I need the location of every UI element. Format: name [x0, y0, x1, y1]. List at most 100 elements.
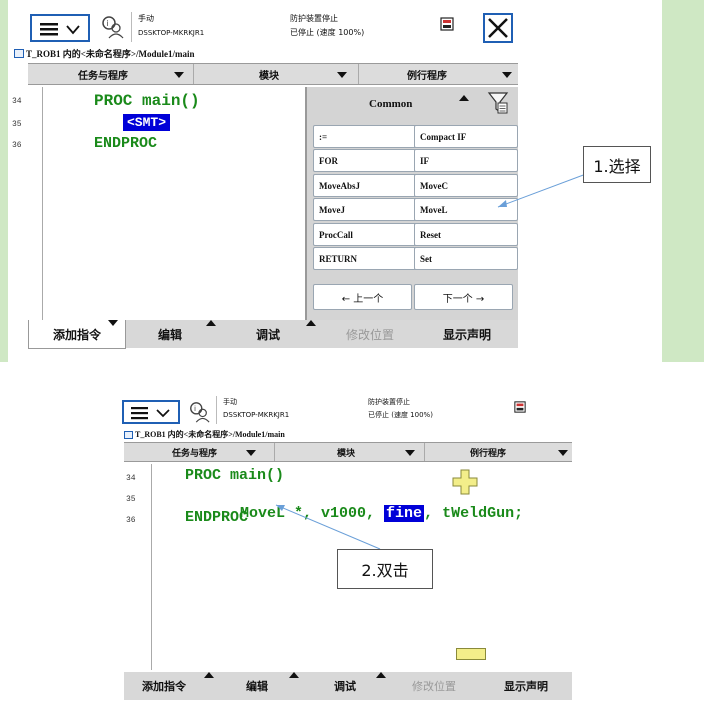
tab-debug-label: 调试 — [334, 680, 356, 693]
status-line-1: 防护装置停止 — [290, 14, 338, 23]
routines-dropdown[interactable]: 例行程序 — [424, 443, 573, 461]
hotedit-icon[interactable] — [514, 398, 526, 413]
gutter-border — [42, 87, 43, 320]
tab-edit-label: 编辑 — [246, 680, 268, 693]
modules-dropdown-label: 模块 — [337, 448, 356, 459]
controller-name: DSSKTOP-MKRKJR1 — [223, 411, 290, 419]
movel-prefix[interactable]: MoveL *, v1000, — [240, 505, 384, 522]
close-icon — [488, 18, 508, 38]
controller-name: DSSKTOP-MKRKJR1 — [138, 29, 205, 37]
svg-text:i: i — [107, 19, 109, 28]
callout-select: 1.选择 — [583, 146, 651, 183]
tasks-dropdown[interactable]: 任务与程序 — [124, 443, 274, 461]
line-number: 34 — [12, 97, 22, 106]
routines-dropdown-label: 例行程序 — [470, 448, 507, 459]
tab-modify-position-label: 修改位置 — [412, 680, 456, 693]
operating-mode: 手动 — [138, 14, 154, 23]
chevron-down-icon — [405, 450, 415, 456]
main-menu-button[interactable] — [122, 400, 180, 424]
instruction-moveabsj[interactable]: MoveAbsJ — [313, 174, 417, 197]
instruction-panel: Common := Compact IF FOR IF MoveAbsJ Mov… — [305, 87, 518, 320]
chevron-up-icon[interactable] — [459, 95, 469, 101]
modules-dropdown[interactable]: 模块 — [193, 64, 357, 84]
bottom-toolbar: 添加指令 编辑 调试 修改位置 显示声明 — [28, 320, 518, 349]
menu-icon — [40, 23, 80, 36]
line-number: 35 — [126, 495, 136, 504]
tab-modify-position[interactable]: 修改位置 — [346, 320, 394, 348]
program-icon — [14, 49, 24, 58]
screen1-sidebar-right — [662, 0, 704, 362]
tab-add-instruction-label: 添加指令 — [52, 327, 101, 342]
zoom-out-button[interactable] — [456, 648, 486, 660]
tasks-dropdown[interactable]: 任务与程序 — [28, 64, 191, 84]
instruction-if[interactable]: IF — [414, 149, 518, 172]
next-page-button[interactable]: 下一个 → — [414, 284, 513, 310]
tasks-dropdown-label: 任务与程序 — [78, 70, 128, 82]
tab-debug-label: 调试 — [256, 327, 281, 342]
instruction-movej[interactable]: MoveJ — [313, 198, 417, 221]
tab-debug[interactable]: 调试 — [256, 320, 280, 348]
plus-icon — [452, 469, 478, 495]
breadcrumb: T_ROB1 内的<未命名程序>/Module1/main — [135, 430, 285, 439]
tab-edit-label: 编辑 — [158, 327, 183, 342]
chevron-up-icon — [376, 672, 386, 678]
menu-icon — [131, 407, 170, 420]
chevron-up-icon — [289, 672, 299, 678]
tab-show-declaration[interactable]: 显示声明 — [443, 320, 491, 348]
tab-modify-position-label: 修改位置 — [346, 327, 395, 342]
dropdown-bar: 任务与程序 模块 例行程序 — [124, 442, 572, 462]
tab-modify-position[interactable]: 修改位置 — [412, 672, 456, 700]
filter-icon[interactable] — [487, 91, 509, 115]
robot-status-icon[interactable]: i — [100, 14, 124, 40]
chevron-up-icon — [306, 320, 316, 326]
routines-dropdown[interactable]: 例行程序 — [358, 64, 519, 84]
header-divider — [216, 396, 217, 424]
line-number: 34 — [126, 474, 136, 483]
instruction-reset[interactable]: Reset — [414, 223, 518, 246]
code-editor[interactable]: 34 35 36 PROC main() <SMT> ENDPROC — [10, 87, 305, 320]
zoom-in-button[interactable] — [452, 469, 478, 495]
code-line-proc[interactable]: PROC main() — [185, 467, 284, 484]
chevron-down-icon — [558, 450, 568, 456]
instruction-compact-if[interactable]: Compact IF — [414, 125, 518, 148]
tab-add-instruction[interactable]: 添加指令 — [142, 672, 186, 700]
code-line-proc[interactable]: PROC main() — [94, 92, 200, 110]
instruction-assign[interactable]: := — [313, 125, 417, 148]
instruction-proccall[interactable]: ProcCall — [313, 223, 417, 246]
screen1-sidebar-left — [0, 0, 8, 362]
modules-dropdown-label: 模块 — [259, 70, 279, 82]
close-button[interactable] — [483, 13, 513, 43]
tasks-dropdown-label: 任务与程序 — [172, 448, 218, 459]
modules-dropdown[interactable]: 模块 — [274, 443, 425, 461]
chevron-down-icon — [108, 320, 118, 326]
panel-header[interactable]: Common — [307, 87, 518, 121]
status-line-2: 已停止 (速度 100%) — [290, 28, 365, 37]
tab-edit[interactable]: 编辑 — [246, 672, 268, 700]
hotedit-icon[interactable] — [440, 16, 454, 31]
instruction-return[interactable]: RETURN — [313, 247, 417, 270]
main-menu-button[interactable] — [30, 14, 90, 42]
chevron-down-icon — [337, 72, 347, 78]
tab-show-declaration-label: 显示声明 — [443, 327, 492, 342]
routines-dropdown-label: 例行程序 — [407, 70, 447, 82]
tab-edit[interactable]: 编辑 — [158, 320, 182, 348]
instruction-movel[interactable]: MoveL — [414, 198, 518, 221]
svg-text:i: i — [194, 404, 196, 413]
code-line-endproc[interactable]: ENDPROC — [94, 135, 157, 152]
chevron-down-icon — [246, 450, 256, 456]
instruction-set[interactable]: Set — [414, 247, 518, 270]
instruction-movec[interactable]: MoveC — [414, 174, 518, 197]
previous-page-button[interactable]: ← 上一个 — [313, 284, 412, 310]
movel-suffix[interactable]: , tWeldGun; — [424, 505, 523, 522]
status-line-1: 防护装置停止 — [368, 398, 410, 406]
zone-argument-selected[interactable]: fine — [384, 505, 425, 522]
tab-show-declaration[interactable]: 显示声明 — [504, 672, 548, 700]
robot-status-icon[interactable]: i — [188, 400, 210, 424]
tab-debug[interactable]: 调试 — [334, 672, 356, 700]
smt-placeholder[interactable]: <SMT> — [123, 114, 171, 131]
instruction-for[interactable]: FOR — [313, 149, 417, 172]
code-line-movel[interactable]: MoveL *, v1000, fine, tWeldGun; — [204, 488, 523, 539]
code-line-endproc[interactable]: ENDPROC — [185, 509, 248, 526]
chevron-down-icon — [174, 72, 184, 78]
chevron-down-icon — [502, 72, 512, 78]
